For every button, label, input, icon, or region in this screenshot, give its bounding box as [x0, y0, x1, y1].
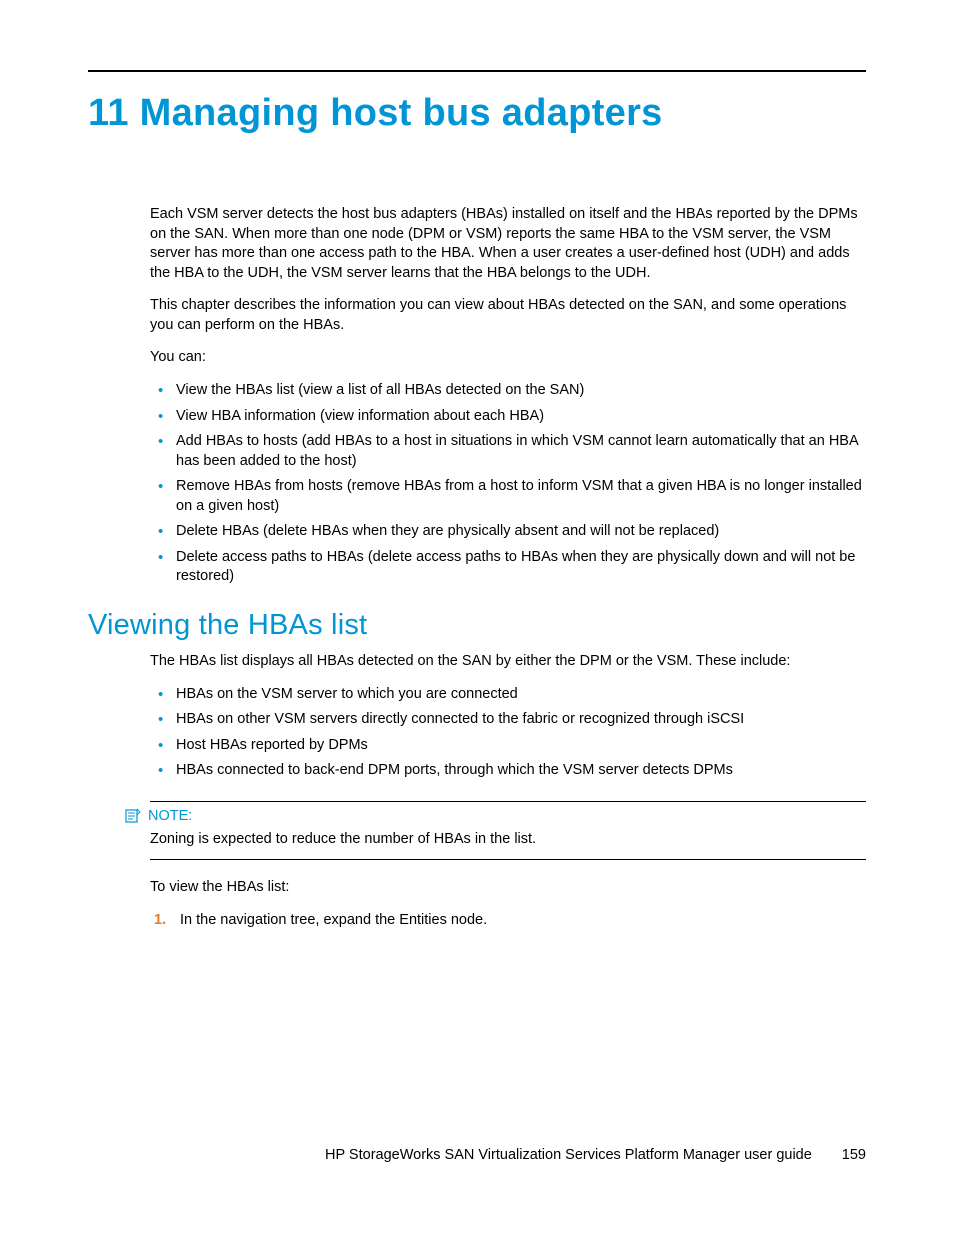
- step-text: In the navigation tree, expand the Entit…: [180, 912, 487, 928]
- note-text: Zoning is expected to reduce the number …: [150, 830, 866, 850]
- list-item: Delete HBAs (delete HBAs when they are p…: [150, 522, 866, 542]
- document-page: 11 Managing host bus adapters Each VSM s…: [0, 0, 954, 1235]
- list-item: HBAs connected to back-end DPM ports, th…: [150, 761, 866, 781]
- list-item: HBAs on the VSM server to which you are …: [150, 685, 866, 705]
- section1-bullet-list: HBAs on the VSM server to which you are …: [150, 685, 866, 781]
- step-item: 1. In the navigation tree, expand the En…: [150, 911, 866, 931]
- step-number: 1.: [154, 911, 166, 931]
- chapter-title: 11 Managing host bus adapters: [88, 92, 866, 135]
- list-item: Host HBAs reported by DPMs: [150, 736, 866, 756]
- section1-steps-block: To view the HBAs list: 1. In the navigat…: [150, 878, 866, 930]
- footer-doc-title: HP StorageWorks SAN Virtualization Servi…: [325, 1147, 812, 1163]
- intro-paragraph-3: You can:: [150, 348, 866, 368]
- list-item: Add HBAs to hosts (add HBAs to a host in…: [150, 432, 866, 471]
- section1-block: The HBAs list displays all HBAs detected…: [150, 652, 866, 781]
- list-item: View the HBAs list (view a list of all H…: [150, 381, 866, 401]
- intro-bullet-list: View the HBAs list (view a list of all H…: [150, 381, 866, 587]
- page-footer: HP StorageWorks SAN Virtualization Servi…: [325, 1147, 866, 1163]
- list-item: View HBA information (view information a…: [150, 407, 866, 427]
- note-icon: [125, 808, 141, 824]
- intro-paragraph-1: Each VSM server detects the host bus ada…: [150, 205, 866, 283]
- note-label: NOTE:: [148, 808, 192, 824]
- note-block: NOTE: Zoning is expected to reduce the n…: [150, 801, 866, 861]
- section1-paragraph-2: To view the HBAs list:: [150, 878, 866, 898]
- note-rule-bottom: [150, 859, 866, 860]
- section1-paragraph-1: The HBAs list displays all HBAs detected…: [150, 652, 866, 672]
- list-item: HBAs on other VSM servers directly conne…: [150, 710, 866, 730]
- note-rule-top: [150, 801, 866, 802]
- intro-paragraph-2: This chapter describes the information y…: [150, 296, 866, 335]
- section-heading-viewing-hbas: Viewing the HBAs list: [88, 609, 866, 642]
- top-rule: [88, 70, 866, 72]
- list-item: Remove HBAs from hosts (remove HBAs from…: [150, 477, 866, 516]
- footer-page-number: 159: [842, 1147, 866, 1163]
- intro-block: Each VSM server detects the host bus ada…: [150, 205, 866, 587]
- note-header: NOTE:: [125, 808, 866, 824]
- steps-list: 1. In the navigation tree, expand the En…: [150, 911, 866, 931]
- list-item: Delete access paths to HBAs (delete acce…: [150, 548, 866, 587]
